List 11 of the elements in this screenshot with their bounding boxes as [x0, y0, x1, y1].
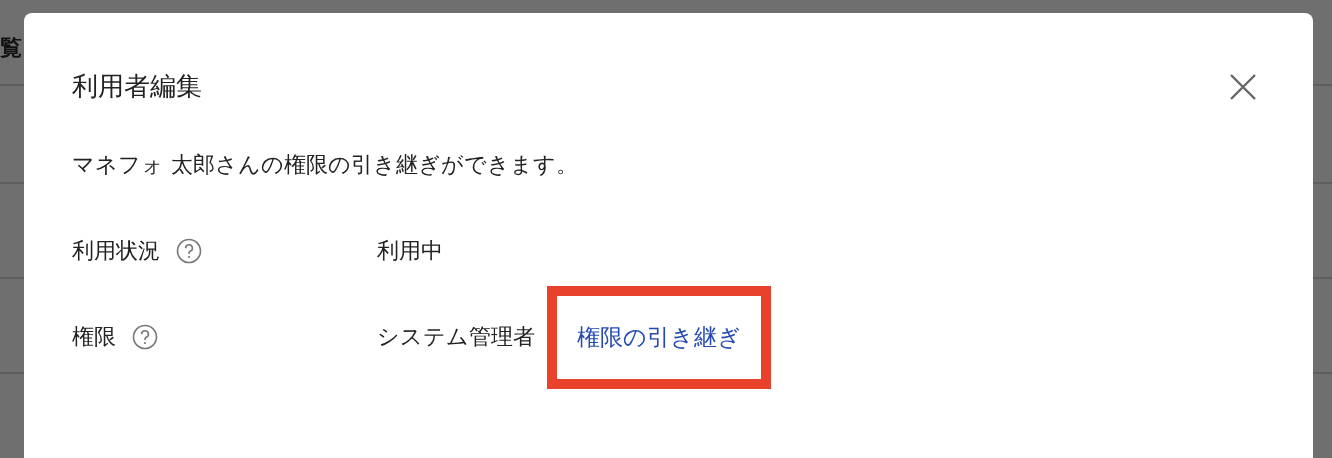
field-value: システム管理者 — [377, 323, 535, 351]
field-value: 利用中 — [377, 237, 443, 265]
close-icon[interactable] — [1229, 72, 1257, 101]
help-icon[interactable] — [132, 324, 158, 350]
dialog-description: マネフォ 太郎さんの権限の引き継ぎができます。 — [72, 151, 579, 179]
page-title: 覧 — [0, 34, 22, 62]
transfer-link[interactable]: 権限の引き継ぎ — [577, 323, 741, 350]
help-icon[interactable] — [176, 238, 202, 264]
dialog-title: 利用者編集 — [72, 70, 202, 103]
field-label: 利用状況 — [72, 237, 160, 265]
field-label: 権限 — [72, 323, 116, 351]
